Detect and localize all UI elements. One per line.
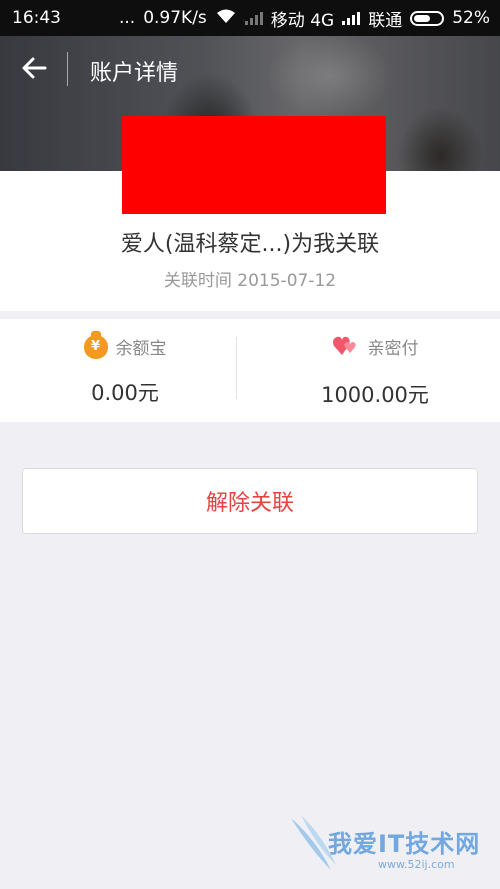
yuebao-label: 余额宝 <box>115 339 167 359</box>
back-button[interactable] <box>18 54 50 86</box>
battery-percent: 52% <box>452 8 490 28</box>
relation-text: 爱人(温科蔡定...)为我关联 <box>120 232 380 257</box>
balance-row: ¥ 余额宝 0.00元 亲密付 1000.00元 <box>0 319 500 422</box>
yuebao-label-row: ¥ 余额宝 <box>83 330 167 359</box>
signal-icon <box>244 11 263 25</box>
yuebao-balance[interactable]: ¥ 余额宝 0.00元 <box>0 319 250 422</box>
arrow-left-icon <box>21 56 47 84</box>
watermark-text: 我爱IT技术网 <box>328 830 481 858</box>
hearts-icon <box>332 333 360 361</box>
status-time: 16:43 <box>12 8 61 28</box>
carrier2-label: 联通 <box>368 10 403 31</box>
battery-icon <box>410 10 445 26</box>
avatar <box>122 116 386 214</box>
status-right: ... 0.97K/s 移动 4G 联通 52% <box>119 6 490 31</box>
status-dots: ... <box>118 8 136 28</box>
page-title: 账户详情 <box>90 61 179 86</box>
qinmifu-label-row: 亲密付 <box>332 333 419 361</box>
unlink-button[interactable]: 解除关联 <box>22 468 478 534</box>
carrier1-label: 移动 4G <box>270 10 335 31</box>
qinmifu-balance[interactable]: 亲密付 1000.00元 <box>250 319 500 422</box>
watermark-url: www.52ij.com <box>378 858 455 871</box>
header-divider <box>67 52 68 86</box>
relation-time: 关联时间 2015-07-12 <box>163 271 337 291</box>
watermark-logo: 我爱IT技术网 www.52ij.com <box>286 810 496 885</box>
qinmifu-value: 1000.00元 <box>321 382 429 407</box>
money-bag-icon: ¥ <box>83 330 108 359</box>
balance-divider <box>236 337 237 399</box>
status-bar: 16:43 ... 0.97K/s 移动 4G 联通 52% <box>0 0 500 36</box>
network-speed: 0.97K/s <box>143 8 207 28</box>
wifi-icon <box>215 8 237 29</box>
qinmifu-label: 亲密付 <box>367 339 419 359</box>
status-left: 16:43 <box>12 8 61 28</box>
yuebao-value: 0.00元 <box>91 381 159 405</box>
signal-icon-2 <box>342 11 361 25</box>
